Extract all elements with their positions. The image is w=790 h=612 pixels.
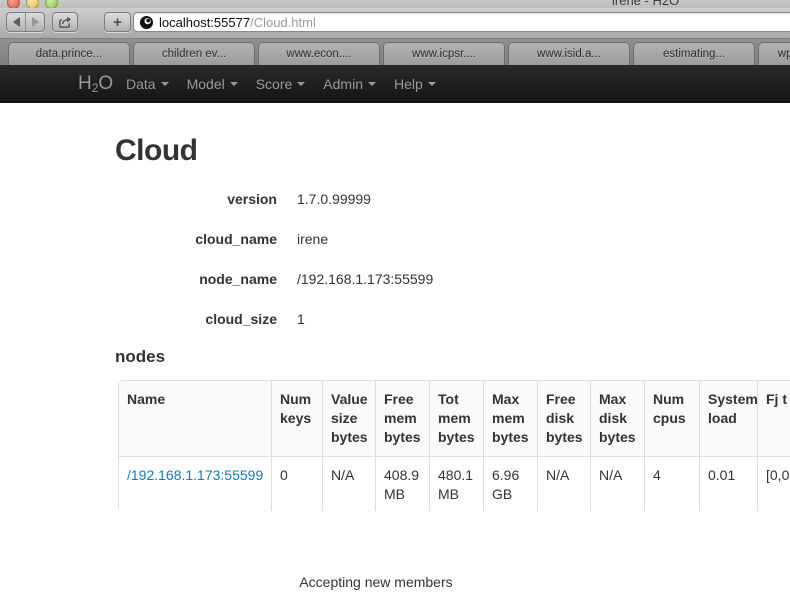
browser-titlebar: irene - H2O — [0, 0, 790, 8]
field-node-name: node_name/192.168.1.173:55599 — [117, 269, 433, 289]
share-button[interactable] — [52, 12, 78, 32]
cell-free-mem: 408.9 MB — [375, 456, 430, 511]
share-icon — [59, 16, 71, 28]
browser-tab[interactable]: estimating... — [633, 42, 755, 65]
tab-bar: data.prince... children ev... www.econ..… — [0, 39, 790, 65]
forward-icon — [31, 17, 39, 27]
cell-value-size: N/A — [322, 456, 376, 511]
cell-num-keys: 0 — [271, 456, 323, 511]
field-value: /192.168.1.173:55599 — [297, 271, 434, 287]
field-cloud-name: cloud_name irene — [117, 229, 328, 249]
navbar-menu: Data Model Score Admin Help — [119, 65, 447, 103]
chevron-down-icon — [160, 82, 169, 86]
browser-toolbar: + localhost:55577/Cloud.html — [0, 8, 790, 39]
field-label: cloud_size — [205, 311, 277, 327]
cloud-status-text: Accepting new members — [299, 574, 453, 590]
col-num-cpus: Num cpus — [644, 380, 700, 457]
col-num-keys: Num keys — [271, 380, 323, 457]
col-fj-threads: Fj t — [757, 380, 790, 457]
col-free-mem: Free mem bytes — [375, 380, 430, 457]
close-button[interactable] — [7, 0, 20, 8]
back-icon — [12, 17, 20, 27]
field-cloud-size: cloud_size 1 — [117, 309, 305, 329]
chevron-down-icon — [427, 82, 436, 86]
url-path: /Cloud.html — [250, 14, 316, 30]
nodes-heading: nodes — [115, 347, 166, 366]
menu-data[interactable]: Data — [119, 65, 176, 103]
table-row: /192.168.1.173:55599 0 N/A 408.9 MB 480.… — [118, 456, 790, 511]
field-value: 1.7.0.99999 — [297, 191, 371, 207]
new-tab-button[interactable]: + — [104, 12, 131, 32]
menu-admin[interactable]: Admin — [316, 65, 383, 103]
history-nav-cluster — [6, 12, 45, 32]
page-title: Cloud — [115, 134, 198, 167]
field-value: 1 — [297, 311, 305, 327]
zoom-button[interactable] — [45, 0, 58, 8]
page-content: Cloud version 1.7.0.99999 cloud_name irene… — [0, 103, 790, 612]
field-label: cloud_name — [195, 231, 277, 247]
col-free-disk: Free disk bytes — [537, 380, 591, 457]
h2o-favicon-icon — [140, 15, 153, 29]
col-max-mem: Max mem bytes — [483, 380, 538, 457]
chevron-down-icon — [367, 82, 376, 86]
chevron-down-icon — [229, 82, 238, 86]
browser-tab[interactable]: children ev... — [133, 42, 255, 65]
cell-fj-threads: [0,0 — [757, 456, 790, 511]
browser-tab[interactable]: data.prince... — [8, 42, 130, 65]
minimize-button[interactable] — [26, 0, 39, 8]
browser-tab[interactable]: www.econ.... — [258, 42, 380, 65]
menu-model[interactable]: Model — [180, 65, 245, 103]
forward-button[interactable] — [25, 13, 44, 31]
cell-max-disk: N/A — [590, 456, 645, 511]
col-tot-mem: Tot mem bytes — [429, 380, 484, 457]
cell-system-load: 0.01 — [699, 456, 758, 511]
h2o-brand[interactable]: H2O — [78, 65, 113, 103]
url-host: localhost:55577 — [159, 14, 251, 30]
cell-name: /192.168.1.173:55599 — [118, 456, 272, 511]
field-label: node_name — [199, 271, 277, 287]
chevron-down-icon — [297, 82, 306, 86]
field-version: version 1.7.0.99999 — [117, 189, 371, 209]
table-header-row: Name Num keys Value size bytes Free mem … — [118, 380, 790, 457]
back-button[interactable] — [7, 13, 25, 31]
address-bar[interactable]: localhost:55577/Cloud.html — [133, 12, 790, 32]
cell-max-mem: 6.96 GB — [483, 456, 538, 511]
col-max-disk: Max disk bytes — [590, 380, 645, 457]
menu-score[interactable]: Score — [249, 65, 313, 103]
browser-tab[interactable]: wps — [758, 42, 790, 65]
window-title: irene - H2O — [612, 0, 680, 8]
cell-free-disk: N/A — [537, 456, 591, 511]
menu-help[interactable]: Help — [387, 65, 443, 103]
field-value: irene — [297, 231, 329, 247]
app-navbar: H2O Data Model Score Admin Help — [0, 65, 790, 103]
plus-icon: + — [113, 13, 122, 31]
nodes-table: Name Num keys Value size bytes Free mem … — [118, 380, 790, 511]
browser-tab[interactable]: www.isid.a... — [508, 42, 630, 65]
browser-tab[interactable]: www.icpsr.... — [383, 42, 505, 65]
col-value-size: Value size bytes — [322, 380, 376, 457]
node-link[interactable]: /192.168.1.173:55599 — [127, 467, 263, 483]
col-system-load: System load — [699, 380, 758, 457]
cell-tot-mem: 480.1 MB — [429, 456, 484, 511]
col-name: Name — [118, 380, 272, 457]
cell-num-cpus: 4 — [644, 456, 700, 511]
field-label: version — [227, 191, 277, 207]
